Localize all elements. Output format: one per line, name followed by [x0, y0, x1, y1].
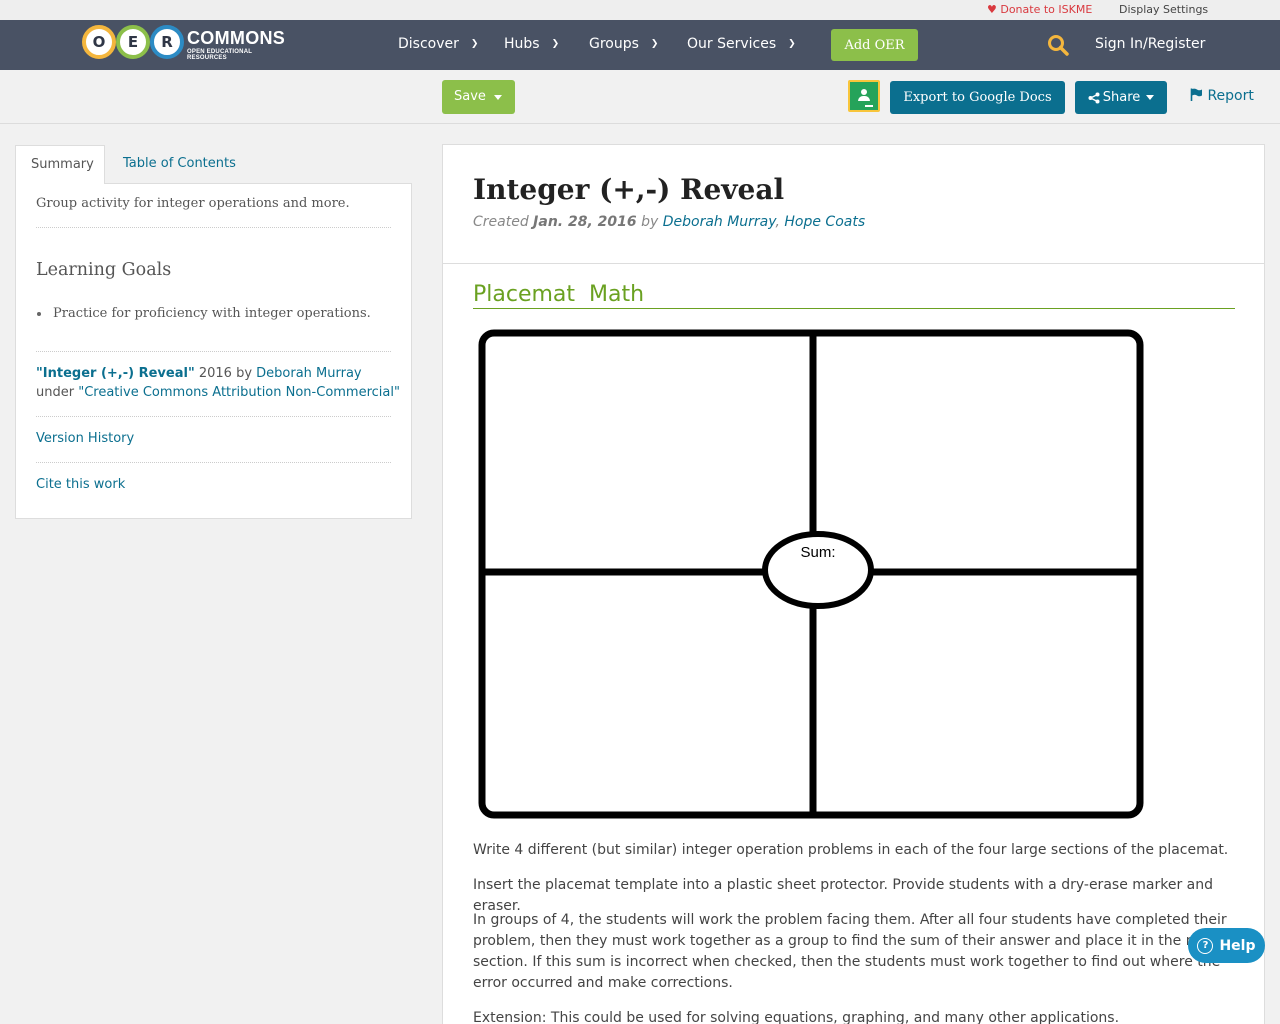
utility-bar: ♥ Donate to ISKME Display Settings	[0, 0, 1280, 20]
save-button[interactable]: Save	[442, 80, 515, 114]
section-heading: Placemat Math	[473, 282, 1235, 309]
divider	[36, 462, 391, 463]
license-line: under "Creative Commons Attribution Non-…	[36, 385, 400, 400]
display-settings-link[interactable]: Display Settings	[1119, 3, 1208, 16]
logo-letter-r: R	[150, 25, 184, 59]
work-title-link[interactable]: "Integer (+,-) Reveal"	[36, 366, 195, 381]
resource-toolbar: Save Export to Google Docs Share Report	[0, 70, 1280, 124]
caret-down-icon	[1146, 95, 1155, 100]
share-button[interactable]: Share	[1075, 81, 1167, 114]
cite-this-work-link[interactable]: Cite this work	[36, 477, 125, 492]
caret-down-icon	[494, 95, 502, 100]
divider	[36, 227, 391, 228]
divider	[36, 351, 391, 352]
logo-word: COMMONS	[187, 28, 286, 48]
share-icon	[1088, 92, 1100, 103]
page-title: Integer (+,-) Reveal	[473, 173, 785, 206]
google-classroom-icon[interactable]	[848, 80, 880, 112]
summary-text: Group activity for integer operations an…	[36, 196, 350, 211]
logo-letter-e: E	[116, 25, 150, 59]
nav-our-services[interactable]: Our Services ❯	[687, 36, 796, 52]
resource-content: Integer (+,-) Reveal Created Jan. 28, 20…	[442, 144, 1265, 1024]
divider	[36, 416, 391, 417]
chevron-down-icon: ❯	[551, 39, 560, 49]
version-history-link[interactable]: Version History	[36, 431, 134, 446]
chevron-down-icon: ❯	[650, 39, 659, 49]
help-button[interactable]: ? Help	[1188, 928, 1265, 963]
placemat-image: Sum:	[478, 329, 1144, 819]
tab-table-of-contents[interactable]: Table of Contents	[123, 145, 236, 184]
export-google-docs-button[interactable]: Export to Google Docs	[890, 81, 1065, 114]
logo-subtitle: OPEN EDUCATIONAL RESOURCES	[187, 49, 252, 61]
question-icon: ?	[1197, 937, 1214, 954]
placemat-sum-label: Sum:	[800, 544, 835, 561]
donate-link[interactable]: ♥ Donate to ISKME	[987, 3, 1092, 16]
paragraph: In groups of 4, the students will work t…	[473, 912, 1234, 991]
paragraph: Extension: This could be used for solvin…	[473, 1010, 1120, 1024]
divider	[443, 263, 1264, 264]
author-link[interactable]: Deborah Murray	[256, 366, 361, 381]
search-icon[interactable]	[1047, 34, 1069, 56]
created-date: Jan. 28, 2016	[533, 214, 637, 230]
paragraph: Write 4 different (but similar) integer …	[473, 842, 1229, 858]
learning-goal-item: Practice for proficiency with integer op…	[37, 306, 371, 321]
license-link[interactable]: "Creative Commons Attribution Non-Commer…	[78, 385, 400, 400]
add-oer-button[interactable]: Add OER	[831, 29, 918, 61]
learning-goals-heading: Learning Goals	[36, 260, 172, 280]
chevron-down-icon: ❯	[470, 39, 479, 49]
logo-letter-o: O	[82, 25, 116, 59]
chevron-down-icon: ❯	[788, 39, 796, 49]
author-link[interactable]: Deborah Murray	[663, 214, 776, 230]
report-link[interactable]: Report	[1190, 88, 1254, 104]
sign-in-register-link[interactable]: Sign In/Register	[1095, 36, 1205, 52]
nav-discover[interactable]: Discover ❯	[398, 36, 478, 52]
summary-panel: Group activity for integer operations an…	[15, 183, 412, 519]
nav-hubs[interactable]: Hubs ❯	[504, 36, 559, 52]
main-nav: O E R COMMONS OPEN EDUCATIONAL RESOURCES…	[0, 20, 1280, 70]
author-link[interactable]: Hope Coats	[784, 214, 865, 230]
attribution-line: "Integer (+,-) Reveal" 2016 by Deborah M…	[36, 366, 362, 381]
flag-icon	[1190, 88, 1202, 101]
nav-groups[interactable]: Groups ❯	[589, 36, 658, 52]
tab-summary[interactable]: Summary	[15, 145, 105, 184]
oer-commons-logo[interactable]: O E R COMMONS OPEN EDUCATIONAL RESOURCES	[82, 25, 292, 61]
resource-meta: Created Jan. 28, 2016 by Deborah Murray,…	[473, 214, 866, 230]
